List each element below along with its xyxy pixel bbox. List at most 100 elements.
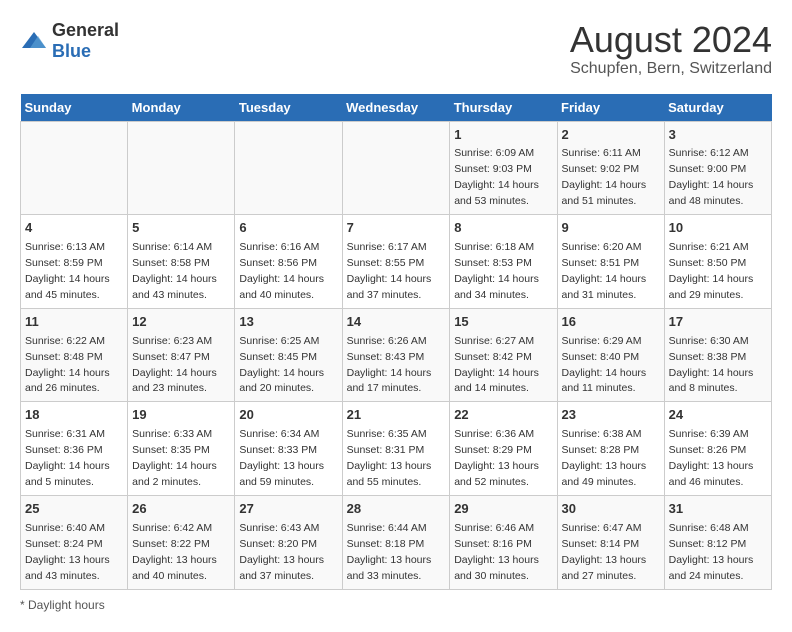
day-number: 25 bbox=[25, 500, 123, 519]
day-number: 11 bbox=[25, 313, 123, 332]
day-cell: 2Sunrise: 6:11 AM Sunset: 9:02 PM Daylig… bbox=[557, 121, 664, 215]
day-cell bbox=[235, 121, 342, 215]
day-cell: 21Sunrise: 6:35 AM Sunset: 8:31 PM Dayli… bbox=[342, 402, 450, 496]
day-cell: 23 Sunrise: 6:38 AM Sunset: 8:28 PM Dayli… bbox=[557, 402, 664, 496]
header-cell-sunday: Sunday bbox=[21, 94, 128, 122]
day-number: 4 bbox=[25, 219, 123, 238]
day-number: 13 bbox=[239, 313, 337, 332]
day-cell: 1 Sunrise: 6:09 AM Sunset: 9:03 PM Daylig… bbox=[450, 121, 557, 215]
day-info: Sunrise: 6:14 AM Sunset: 8:58 PM Dayligh… bbox=[132, 241, 217, 301]
day-cell: 31 Sunrise: 6:48 AM Sunset: 8:12 PM Dayli… bbox=[664, 495, 771, 589]
day-info: Sunrise: 6:29 AM Sunset: 8:40 PM Dayligh… bbox=[562, 335, 647, 395]
day-cell: 6 Sunrise: 6:16 AM Sunset: 8:56 PM Daylig… bbox=[235, 215, 342, 309]
day-cell: 29Sunrise: 6:46 AM Sunset: 8:16 PM Dayli… bbox=[450, 495, 557, 589]
logo: General Blue bbox=[20, 20, 119, 62]
page-header: General Blue August 2024 Schupfen, Bern,… bbox=[20, 20, 772, 78]
day-info: Sunrise: 6:22 AM Sunset: 8:48 PM Dayligh… bbox=[25, 335, 110, 395]
day-number: 3 bbox=[669, 126, 767, 145]
day-info: Sunrise: 6:26 AM Sunset: 8:43 PM Dayligh… bbox=[347, 335, 432, 395]
day-cell bbox=[21, 121, 128, 215]
day-cell: 17Sunrise: 6:30 AM Sunset: 8:38 PM Dayli… bbox=[664, 308, 771, 402]
day-info: Sunrise: 6:42 AM Sunset: 8:22 PM Dayligh… bbox=[132, 522, 217, 582]
footer-note-text: Daylight hours bbox=[28, 598, 105, 612]
day-cell bbox=[128, 121, 235, 215]
day-number: 23 bbox=[562, 406, 660, 425]
day-cell: 28Sunrise: 6:44 AM Sunset: 8:18 PM Dayli… bbox=[342, 495, 450, 589]
title-area: August 2024 Schupfen, Bern, Switzerland bbox=[570, 20, 772, 78]
main-title: August 2024 bbox=[570, 20, 772, 60]
day-cell: 18 Sunrise: 6:31 AM Sunset: 8:36 PM Dayli… bbox=[21, 402, 128, 496]
day-info: Sunrise: 6:36 AM Sunset: 8:29 PM Dayligh… bbox=[454, 428, 539, 488]
day-number: 15 bbox=[454, 313, 552, 332]
header-cell-wednesday: Wednesday bbox=[342, 94, 450, 122]
calendar-table: SundayMondayTuesdayWednesdayThursdayFrid… bbox=[20, 94, 772, 590]
day-info: Sunrise: 6:25 AM Sunset: 8:45 PM Dayligh… bbox=[239, 335, 324, 395]
day-cell: 26 Sunrise: 6:42 AM Sunset: 8:22 PM Dayli… bbox=[128, 495, 235, 589]
day-number: 31 bbox=[669, 500, 767, 519]
day-number: 16 bbox=[562, 313, 660, 332]
day-number: 12 bbox=[132, 313, 230, 332]
day-number: 19 bbox=[132, 406, 230, 425]
day-number: 6 bbox=[239, 219, 337, 238]
day-number: 22 bbox=[454, 406, 552, 425]
day-cell: 7 Sunrise: 6:17 AM Sunset: 8:55 PM Daylig… bbox=[342, 215, 450, 309]
day-number: 7 bbox=[347, 219, 446, 238]
day-info: Sunrise: 6:47 AM Sunset: 8:14 PM Dayligh… bbox=[562, 522, 647, 582]
header-cell-thursday: Thursday bbox=[450, 94, 557, 122]
day-info: Sunrise: 6:43 AM Sunset: 8:20 PM Dayligh… bbox=[239, 522, 324, 582]
header-row: SundayMondayTuesdayWednesdayThursdayFrid… bbox=[21, 94, 772, 122]
day-cell: 9Sunrise: 6:20 AM Sunset: 8:51 PM Daylig… bbox=[557, 215, 664, 309]
day-info: Sunrise: 6:13 AM Sunset: 8:59 PM Dayligh… bbox=[25, 241, 110, 301]
day-number: 21 bbox=[347, 406, 446, 425]
day-info: Sunrise: 6:30 AM Sunset: 8:38 PM Dayligh… bbox=[669, 335, 754, 395]
day-number: 26 bbox=[132, 500, 230, 519]
day-cell: 12Sunrise: 6:23 AM Sunset: 8:47 PM Dayli… bbox=[128, 308, 235, 402]
calendar-body: 1 Sunrise: 6:09 AM Sunset: 9:03 PM Daylig… bbox=[21, 121, 772, 589]
day-info: Sunrise: 6:16 AM Sunset: 8:56 PM Dayligh… bbox=[239, 241, 324, 301]
day-cell: 4 Sunrise: 6:13 AM Sunset: 8:59 PM Daylig… bbox=[21, 215, 128, 309]
day-number: 30 bbox=[562, 500, 660, 519]
day-cell: 25 Sunrise: 6:40 AM Sunset: 8:24 PM Dayli… bbox=[21, 495, 128, 589]
day-number: 9 bbox=[562, 219, 660, 238]
day-number: 18 bbox=[25, 406, 123, 425]
day-cell: 14 Sunrise: 6:26 AM Sunset: 8:43 PM Dayli… bbox=[342, 308, 450, 402]
header-cell-saturday: Saturday bbox=[664, 94, 771, 122]
day-number: 1 bbox=[454, 126, 552, 145]
day-info: Sunrise: 6:31 AM Sunset: 8:36 PM Dayligh… bbox=[25, 428, 110, 488]
day-cell: 13 Sunrise: 6:25 AM Sunset: 8:45 PM Dayli… bbox=[235, 308, 342, 402]
day-cell: 10 Sunrise: 6:21 AM Sunset: 8:50 PM Dayli… bbox=[664, 215, 771, 309]
day-info: Sunrise: 6:39 AM Sunset: 8:26 PM Dayligh… bbox=[669, 428, 754, 488]
week-row-3: 11 Sunrise: 6:22 AM Sunset: 8:48 PM Dayli… bbox=[21, 308, 772, 402]
day-cell: 19Sunrise: 6:33 AM Sunset: 8:35 PM Dayli… bbox=[128, 402, 235, 496]
day-info: Sunrise: 6:09 AM Sunset: 9:03 PM Dayligh… bbox=[454, 147, 539, 207]
day-cell: 16 Sunrise: 6:29 AM Sunset: 8:40 PM Dayli… bbox=[557, 308, 664, 402]
week-row-2: 4 Sunrise: 6:13 AM Sunset: 8:59 PM Daylig… bbox=[21, 215, 772, 309]
day-info: Sunrise: 6:27 AM Sunset: 8:42 PM Dayligh… bbox=[454, 335, 539, 395]
day-number: 28 bbox=[347, 500, 446, 519]
day-number: 27 bbox=[239, 500, 337, 519]
day-info: Sunrise: 6:34 AM Sunset: 8:33 PM Dayligh… bbox=[239, 428, 324, 488]
header-cell-monday: Monday bbox=[128, 94, 235, 122]
day-cell: 15 Sunrise: 6:27 AM Sunset: 8:42 PM Dayli… bbox=[450, 308, 557, 402]
day-number: 10 bbox=[669, 219, 767, 238]
subtitle: Schupfen, Bern, Switzerland bbox=[570, 60, 772, 78]
calendar-header: SundayMondayTuesdayWednesdayThursdayFrid… bbox=[21, 94, 772, 122]
day-info: Sunrise: 6:48 AM Sunset: 8:12 PM Dayligh… bbox=[669, 522, 754, 582]
day-cell: 8 Sunrise: 6:18 AM Sunset: 8:53 PM Daylig… bbox=[450, 215, 557, 309]
day-number: 8 bbox=[454, 219, 552, 238]
day-cell: 27 Sunrise: 6:43 AM Sunset: 8:20 PM Dayli… bbox=[235, 495, 342, 589]
day-cell: 3Sunrise: 6:12 AM Sunset: 9:00 PM Daylig… bbox=[664, 121, 771, 215]
header-cell-tuesday: Tuesday bbox=[235, 94, 342, 122]
day-info: Sunrise: 6:17 AM Sunset: 8:55 PM Dayligh… bbox=[347, 241, 432, 301]
day-cell: 30 Sunrise: 6:47 AM Sunset: 8:14 PM Dayli… bbox=[557, 495, 664, 589]
day-info: Sunrise: 6:21 AM Sunset: 8:50 PM Dayligh… bbox=[669, 241, 754, 301]
day-info: Sunrise: 6:40 AM Sunset: 8:24 PM Dayligh… bbox=[25, 522, 110, 582]
week-row-1: 1 Sunrise: 6:09 AM Sunset: 9:03 PM Daylig… bbox=[21, 121, 772, 215]
day-number: 29 bbox=[454, 500, 552, 519]
day-cell: 20Sunrise: 6:34 AM Sunset: 8:33 PM Dayli… bbox=[235, 402, 342, 496]
day-number: 14 bbox=[347, 313, 446, 332]
day-cell: 5Sunrise: 6:14 AM Sunset: 8:58 PM Daylig… bbox=[128, 215, 235, 309]
day-info: Sunrise: 6:38 AM Sunset: 8:28 PM Dayligh… bbox=[562, 428, 647, 488]
day-number: 2 bbox=[562, 126, 660, 145]
day-info: Sunrise: 6:18 AM Sunset: 8:53 PM Dayligh… bbox=[454, 241, 539, 301]
